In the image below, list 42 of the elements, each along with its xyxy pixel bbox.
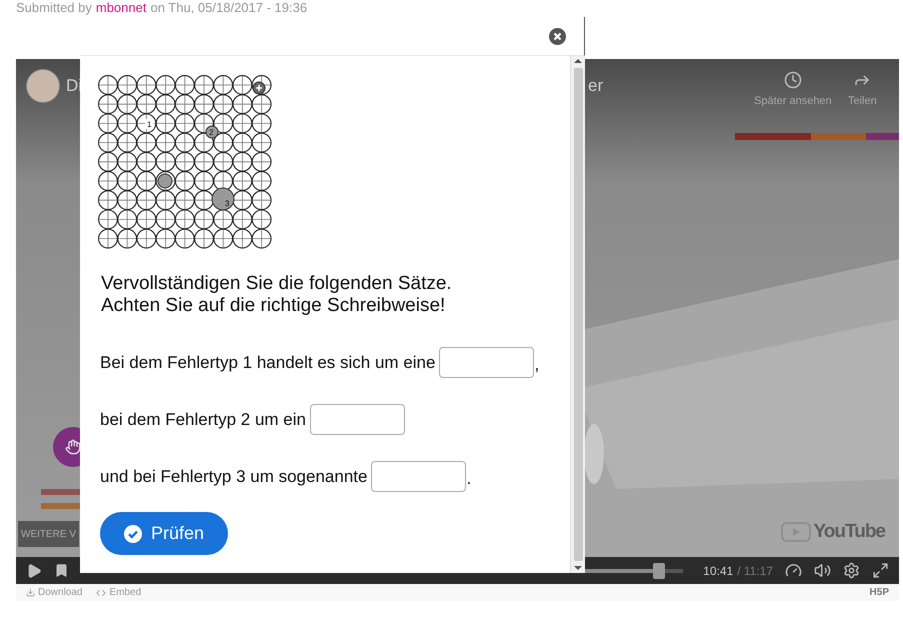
footer-link[interactable]: Download — [26, 587, 82, 598]
h5p-logo: H5P — [870, 587, 889, 598]
fullscreen-icon[interactable] — [872, 562, 889, 579]
volume-icon[interactable] — [814, 562, 831, 579]
clock-icon — [784, 71, 802, 89]
bookmark-icon[interactable] — [54, 563, 69, 578]
answer-field[interactable] — [439, 347, 534, 378]
instruction-text: Vervollständigen Sie die folgenden Sätze. — [101, 273, 453, 295]
speed-icon[interactable] — [785, 562, 802, 579]
submitted-text: Submitted by — [16, 0, 92, 16]
action-label[interactable]: Später ansehen — [754, 95, 832, 107]
answer-field[interactable] — [310, 404, 405, 435]
settings-icon[interactable] — [843, 562, 860, 579]
scrollbar-thumb[interactable] — [574, 68, 582, 561]
duration-time: / 11:17 — [737, 564, 773, 578]
sentence-text: und bei Fehlertyp 3 um sogenannte — [100, 466, 368, 488]
punctuation: , — [534, 354, 540, 376]
hand-icon — [65, 439, 81, 455]
circle-grid-drawing: 1 2 3 — [98, 75, 273, 250]
more-videos-button[interactable]: WEITERE V — [18, 521, 80, 547]
sentence-text: Bei dem Fehlertyp 1 handelt es sich um eine — [100, 352, 436, 374]
answer-field[interactable] — [371, 461, 466, 492]
progress-thumb[interactable] — [653, 562, 666, 578]
check-button[interactable]: Prüfen — [100, 512, 228, 555]
scroll-down-icon[interactable] — [574, 563, 582, 573]
scrollbar[interactable] — [570, 56, 585, 573]
code-icon — [96, 588, 106, 598]
play-icon[interactable] — [26, 562, 42, 578]
author-link[interactable]: mbonnet — [96, 0, 146, 16]
elapsed-time: 10:41 — [703, 564, 734, 578]
action-label[interactable]: Teilen — [848, 95, 877, 107]
check-icon — [124, 524, 142, 542]
punctuation: . — [466, 468, 472, 490]
instruction-text: Achten Sie auf die richtige Schreibweise! — [101, 295, 446, 317]
video-title[interactable]: er — [588, 76, 604, 96]
download-icon — [26, 588, 35, 597]
sentence-text: bei dem Fehlertyp 2 um ein — [100, 409, 306, 431]
footer-link[interactable]: Embed — [96, 587, 142, 598]
scroll-up-icon[interactable] — [574, 56, 582, 66]
logo-text[interactable]: YouTube — [814, 521, 885, 543]
submitted-date: on Thu, 05/18/2017 - 19:36 — [150, 0, 308, 16]
close-icon[interactable] — [549, 28, 566, 44]
